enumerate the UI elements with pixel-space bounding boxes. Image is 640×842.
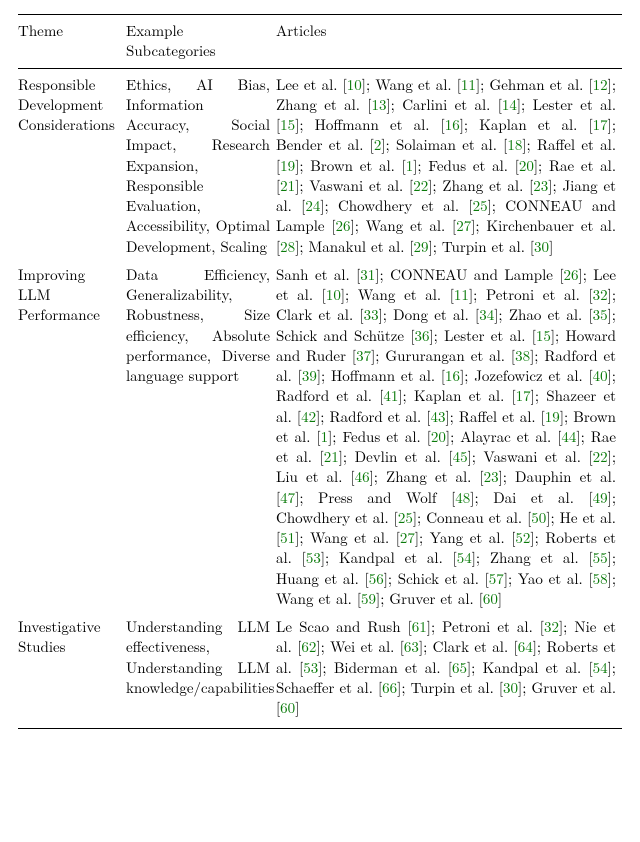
citation-link[interactable]: 44 bbox=[561, 426, 576, 447]
page: Theme Example Subcategories Articles Res… bbox=[0, 0, 640, 755]
col-theme: Theme bbox=[18, 15, 126, 69]
citation-link[interactable]: 47 bbox=[280, 487, 295, 508]
citation-link[interactable]: 2 bbox=[374, 134, 382, 155]
theme-cell: Improving LLM Performance bbox=[18, 259, 126, 611]
table-header-row: Theme Example Subcategories Articles bbox=[18, 15, 622, 69]
citation-link[interactable]: 11 bbox=[461, 74, 476, 95]
col-subcats: Example Subcategories bbox=[126, 15, 276, 69]
citation-link[interactable]: 55 bbox=[593, 547, 608, 568]
citation-link[interactable]: 53 bbox=[303, 657, 318, 678]
themes-table: Theme Example Subcategories Articles Res… bbox=[18, 14, 622, 729]
citation-link[interactable]: 58 bbox=[593, 568, 608, 589]
citation-link[interactable]: 61 bbox=[412, 616, 427, 637]
citation-link[interactable]: 62 bbox=[301, 636, 316, 657]
subcats-cell: Data Efficiency, Generalizability, Robus… bbox=[126, 259, 276, 611]
citation-link[interactable]: 26 bbox=[336, 215, 351, 236]
citation-link[interactable]: 45 bbox=[453, 446, 468, 467]
citation-link[interactable]: 57 bbox=[489, 568, 504, 589]
citation-link[interactable]: 17 bbox=[516, 385, 531, 406]
table-row: Improving LLM PerformanceData Efficiency… bbox=[18, 259, 622, 611]
citation-link[interactable]: 56 bbox=[369, 568, 384, 589]
citation-link[interactable]: 10 bbox=[326, 284, 341, 305]
citation-link[interactable]: 42 bbox=[301, 406, 316, 427]
citation-link[interactable]: 63 bbox=[404, 636, 419, 657]
citation-link[interactable]: 54 bbox=[457, 547, 472, 568]
table-row: Investigative StudiesUnderstanding LLM e… bbox=[18, 611, 622, 729]
citation-link[interactable]: 16 bbox=[445, 114, 460, 135]
subcats-cell: Understanding LLM effectiveness, Underst… bbox=[126, 611, 276, 729]
citation-link[interactable]: 1 bbox=[406, 155, 414, 176]
citation-link[interactable]: 22 bbox=[413, 175, 428, 196]
citation-link[interactable]: 19 bbox=[545, 406, 560, 427]
citation-link[interactable]: 29 bbox=[414, 236, 429, 257]
citation-link[interactable]: 37 bbox=[356, 345, 371, 366]
citation-link[interactable]: 34 bbox=[479, 304, 494, 325]
citation-link[interactable]: 20 bbox=[519, 155, 534, 176]
citation-link[interactable]: 15 bbox=[536, 325, 551, 346]
citation-link[interactable]: 32 bbox=[593, 284, 608, 305]
citation-link[interactable]: 31 bbox=[360, 264, 375, 285]
articles-cell: Lee et al. [10]; Wang et al. [11]; Gehma… bbox=[276, 68, 622, 259]
citation-link[interactable]: 21 bbox=[324, 446, 339, 467]
citation-link[interactable]: 32 bbox=[544, 616, 559, 637]
citation-link[interactable]: 65 bbox=[452, 657, 467, 678]
citation-link[interactable]: 30 bbox=[534, 236, 549, 257]
citation-link[interactable]: 54 bbox=[593, 657, 608, 678]
citation-link[interactable]: 21 bbox=[280, 175, 295, 196]
citation-link[interactable]: 19 bbox=[280, 155, 295, 176]
table-row: Responsible Development ConsiderationsEt… bbox=[18, 68, 622, 259]
citation-link[interactable]: 25 bbox=[398, 507, 413, 528]
citation-link[interactable]: 22 bbox=[593, 446, 608, 467]
citation-link[interactable]: 64 bbox=[518, 636, 533, 657]
theme-cell: Responsible Development Considerations bbox=[18, 68, 126, 259]
citation-link[interactable]: 38 bbox=[515, 345, 530, 366]
citation-link[interactable]: 60 bbox=[483, 588, 498, 609]
citation-link[interactable]: 24 bbox=[305, 195, 320, 216]
citation-link[interactable]: 30 bbox=[503, 677, 518, 698]
citation-link[interactable]: 23 bbox=[533, 175, 548, 196]
articles-cell: Le Scao and Rush [61]; Petroni et al. [3… bbox=[276, 611, 622, 729]
citation-link[interactable]: 11 bbox=[454, 284, 469, 305]
citation-link[interactable]: 66 bbox=[382, 677, 397, 698]
citation-link[interactable]: 41 bbox=[383, 385, 398, 406]
citation-link[interactable]: 20 bbox=[431, 426, 446, 447]
citation-link[interactable]: 60 bbox=[280, 697, 295, 718]
citation-link[interactable]: 39 bbox=[302, 365, 317, 386]
citation-link[interactable]: 33 bbox=[364, 304, 379, 325]
citation-link[interactable]: 14 bbox=[502, 94, 517, 115]
subcats-cell: Ethics, AI Bias, Information Accuracy, S… bbox=[126, 68, 276, 259]
citation-link[interactable]: 17 bbox=[593, 114, 608, 135]
citation-link[interactable]: 15 bbox=[280, 114, 295, 135]
citation-link[interactable]: 28 bbox=[280, 236, 295, 257]
citation-link[interactable]: 27 bbox=[456, 215, 471, 236]
citation-link[interactable]: 27 bbox=[400, 527, 415, 548]
citation-link[interactable]: 43 bbox=[430, 406, 445, 427]
citation-link[interactable]: 52 bbox=[515, 527, 530, 548]
citation-link[interactable]: 59 bbox=[361, 588, 376, 609]
citation-link[interactable]: 12 bbox=[593, 74, 608, 95]
citation-link[interactable]: 48 bbox=[455, 487, 470, 508]
citation-link[interactable]: 23 bbox=[484, 466, 499, 487]
citation-link[interactable]: 49 bbox=[593, 487, 608, 508]
citation-link[interactable]: 40 bbox=[593, 365, 608, 386]
articles-cell: Sanh et al. [31]; CONNEAU and Lample [26… bbox=[276, 259, 622, 611]
citation-link[interactable]: 26 bbox=[564, 264, 579, 285]
theme-cell: Investigative Studies bbox=[18, 611, 126, 729]
citation-link[interactable]: 25 bbox=[473, 195, 488, 216]
citation-link[interactable]: 36 bbox=[415, 325, 430, 346]
citation-link[interactable]: 53 bbox=[306, 547, 321, 568]
citation-link[interactable]: 50 bbox=[531, 507, 546, 528]
citation-link[interactable]: 13 bbox=[371, 94, 386, 115]
citation-link[interactable]: 46 bbox=[355, 466, 370, 487]
citation-link[interactable]: 16 bbox=[445, 365, 460, 386]
citation-link[interactable]: 10 bbox=[347, 74, 362, 95]
citation-link[interactable]: 1 bbox=[321, 426, 329, 447]
citation-link[interactable]: 51 bbox=[280, 527, 295, 548]
citation-link[interactable]: 18 bbox=[507, 134, 522, 155]
citation-link[interactable]: 35 bbox=[593, 304, 608, 325]
col-articles: Articles bbox=[276, 15, 622, 69]
